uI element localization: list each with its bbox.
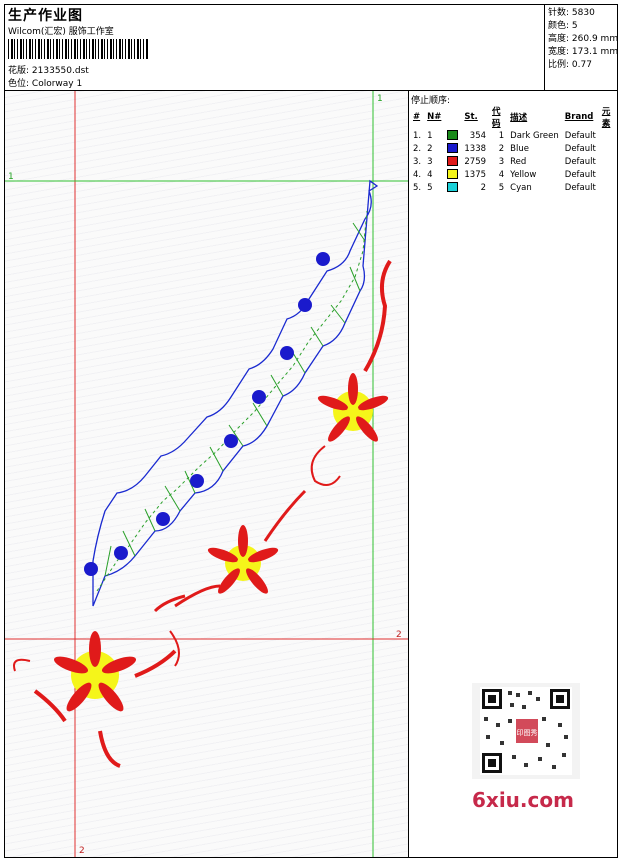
color-sequence-table: # N# St. 代码 描述 Brand 元素 1. 1 354 1 Dark Gree…: [410, 105, 617, 194]
color-swatch: [447, 182, 459, 193]
design-line: 花版: 2133550.dst: [8, 63, 89, 76]
flower-bottom: [53, 631, 137, 712]
color-swatch: [447, 156, 459, 167]
blue-stars: [84, 252, 330, 576]
col-element: 元素: [601, 107, 611, 129]
guide-label-v1: 1: [377, 94, 383, 104]
watermark-text: 6xiu.com: [472, 788, 574, 812]
col-brand: Brand: [564, 112, 594, 122]
header-panel: 生产作业图 Wilcom(汇宏) 服饰工作室 花版: 2133550.dst 色…: [5, 5, 545, 91]
design-file: 2133550.dst: [31, 66, 89, 76]
colorway-value: Colorway 1: [31, 79, 83, 89]
guide-label-h1: 1: [8, 172, 14, 182]
stat-scale: 比例: 0.77: [548, 60, 592, 70]
col-description: 描述: [510, 113, 528, 123]
company-name: Wilcom(汇宏) 服饰工作室: [8, 27, 114, 37]
qr-code: 印图秀: [472, 683, 580, 779]
col-code: 代码: [492, 107, 501, 129]
col-stitches: St.: [464, 112, 478, 122]
barcode: [8, 39, 148, 59]
stat-height: 高度: 260.9 mm: [548, 34, 619, 44]
leaf-branch-top: [363, 259, 392, 373]
guide-label-h2: 2: [396, 630, 402, 640]
stat-width: 宽度: 173.1 mm: [548, 47, 619, 57]
table-header-row: # N# St. 代码 描述 Brand 元素: [410, 105, 617, 129]
stat-colors: 颜色: 5: [548, 21, 578, 31]
col-swatch: [444, 105, 461, 129]
page-title: 生产作业图: [8, 8, 83, 24]
table-row: 2. 2 1338 2 Blue Default: [413, 143, 596, 154]
guide-label-v2: 2: [79, 846, 85, 856]
table-row: 5. 5 2 5 Cyan Default: [413, 182, 596, 193]
design-label: 花版:: [8, 66, 30, 76]
qr-stamp-text: 印图秀: [517, 728, 538, 737]
embroidery-preview: 1 1 2 2: [5, 91, 408, 857]
table-row: 3. 3 2759 3 Red Default: [413, 156, 596, 167]
design-canvas[interactable]: 1 1 2 2: [5, 91, 409, 857]
flower-top: [317, 373, 389, 442]
scallop-border: [92, 179, 379, 607]
color-swatch: [447, 143, 459, 154]
stats-panel: 针数: 5830 颜色: 5 高度: 260.9 mm 宽度: 173.1 mm…: [545, 5, 619, 91]
colorway-label: 色位:: [8, 79, 30, 89]
col-index: #: [413, 112, 421, 122]
color-swatch: [447, 130, 459, 141]
table-row: 4. 4 1375 4 Yellow Default: [413, 169, 596, 180]
color-swatch: [447, 169, 459, 180]
col-n: N#: [427, 112, 442, 122]
stat-stitches: 针数: 5830: [548, 8, 595, 18]
table-row: 1. 1 354 1 Dark Green Default: [413, 130, 596, 141]
colorway-line: 色位: Colorway 1: [8, 76, 82, 89]
